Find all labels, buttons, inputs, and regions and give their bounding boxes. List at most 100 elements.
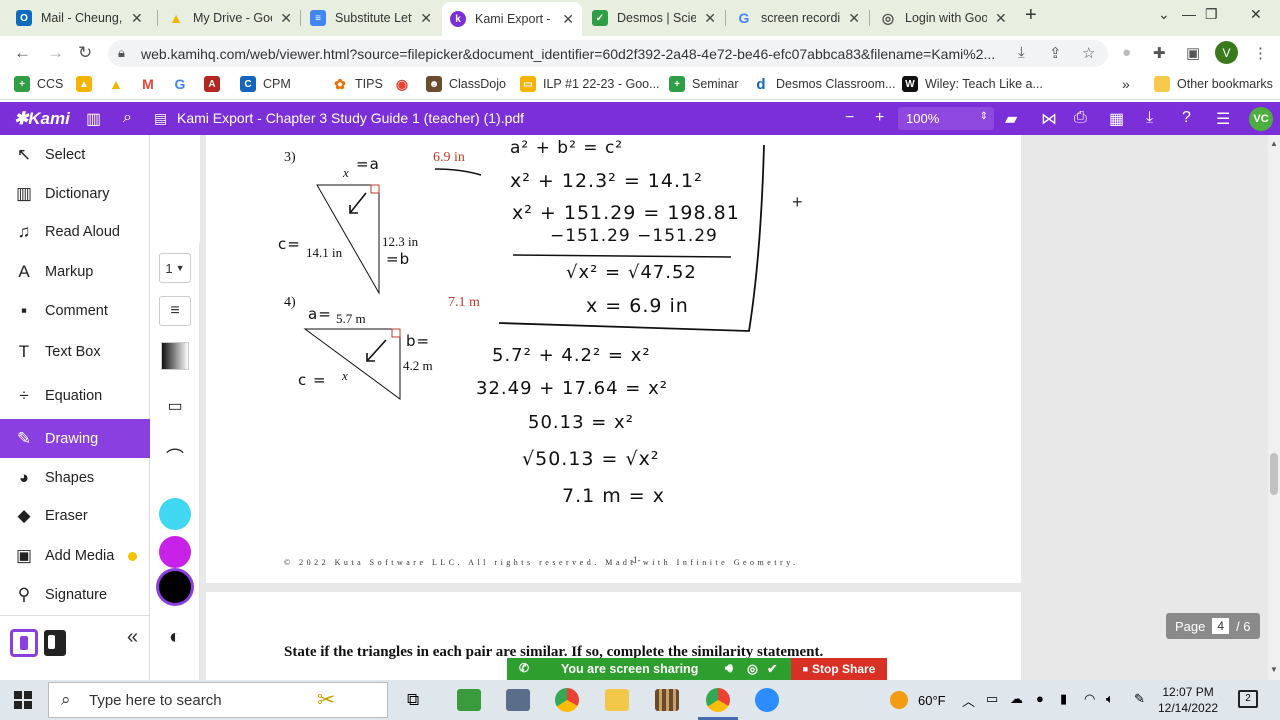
hamburger-menu-icon[interactable]: ☰ bbox=[1216, 109, 1230, 129]
forward-icon[interactable]: → bbox=[47, 43, 64, 63]
task-view-icon[interactable]: ⧉ bbox=[407, 690, 419, 710]
system-clock[interactable]: 12:07 PM 12/14/2022 bbox=[1158, 684, 1218, 716]
tab-search-icon[interactable]: ⌄ bbox=[1158, 6, 1170, 23]
pen-icon[interactable]: ✎ bbox=[1134, 691, 1145, 707]
app-icon-gear[interactable] bbox=[506, 689, 530, 711]
menu-dots-icon[interactable]: ⋮ bbox=[1253, 44, 1268, 62]
weather-temp[interactable]: 60°F bbox=[918, 693, 946, 708]
bookmark-seminar[interactable]: + Seminar bbox=[669, 76, 739, 92]
user-avatar[interactable]: VC bbox=[1249, 107, 1273, 131]
tool-shapes[interactable]: ◕ Shapes bbox=[0, 459, 150, 497]
vertical-scrollbar[interactable]: ▲ ▼ bbox=[1268, 135, 1280, 680]
close-window-button[interactable]: ✕ bbox=[1250, 6, 1262, 23]
chevron-up-icon[interactable]: ︿ bbox=[962, 691, 975, 710]
sidebar-toggle-icon[interactable]: ▥ bbox=[86, 109, 101, 129]
wifi-icon[interactable]: ◠ bbox=[1084, 691, 1095, 707]
windows-start-icon[interactable] bbox=[14, 691, 32, 709]
bookmark-ilp[interactable]: ▭ ILP #1 22-23 - Goo... bbox=[520, 76, 660, 92]
chrome-active-icon[interactable] bbox=[706, 688, 730, 712]
bookmark-wiley[interactable]: W Wiley: Teach Like a... bbox=[902, 76, 1043, 92]
url-bar[interactable]: 🔒︎ web.kamihq.com/web/viewer.html?source… bbox=[108, 40, 1108, 67]
help-icon[interactable]: ? bbox=[1182, 109, 1191, 127]
share-icon[interactable]: ⋈ bbox=[1041, 109, 1057, 129]
extension-drop-icon[interactable]: ● bbox=[1122, 44, 1131, 61]
tool-comment[interactable]: ▪ Comment bbox=[0, 292, 150, 330]
opacity-button[interactable] bbox=[159, 340, 191, 372]
bookmark-classdojo[interactable]: ☻ ClassDojo bbox=[426, 76, 506, 92]
tool-markup[interactable]: A Markup bbox=[0, 253, 150, 291]
restore-button[interactable]: ❐ bbox=[1205, 6, 1218, 23]
share-icon[interactable]: ⇪ bbox=[1049, 44, 1062, 62]
search-icon[interactable]: ⌕ bbox=[123, 109, 132, 127]
tool-read-aloud[interactable]: ♫ Read Aloud bbox=[0, 213, 150, 251]
bookmark-gmail[interactable]: M bbox=[140, 76, 163, 92]
tab-desmos[interactable]: ✓ Desmos | Scie ✕ bbox=[584, 4, 724, 32]
bookmark-desmos[interactable]: d Desmos Classroom... bbox=[753, 76, 895, 93]
lock-icon[interactable]: 🔒︎ bbox=[118, 45, 125, 61]
minimize-button[interactable]: — bbox=[1182, 6, 1196, 22]
open-folder-icon[interactable]: ▰ bbox=[1005, 109, 1017, 129]
tool-equation[interactable]: ÷ Equation bbox=[0, 377, 150, 415]
install-icon[interactable]: ⤓ bbox=[1018, 44, 1025, 61]
close-tab-icon[interactable]: ✕ bbox=[562, 11, 574, 28]
line-style-button[interactable]: ≡ bbox=[159, 296, 191, 326]
page-indicator[interactable]: Page 4 / 6 bbox=[1166, 613, 1260, 639]
ruler-icon[interactable]: ▭ bbox=[159, 390, 191, 422]
pen-size-select[interactable]: 1 ▼ bbox=[159, 253, 191, 283]
zoom-app-icon[interactable] bbox=[755, 688, 779, 712]
close-tab-icon[interactable]: ✕ bbox=[131, 10, 143, 27]
library-icon[interactable] bbox=[655, 689, 679, 711]
tab-kami[interactable]: k Kami Export - C ✕ bbox=[442, 2, 582, 36]
print-icon[interactable]: ⎙ bbox=[1074, 109, 1087, 127]
document-viewer[interactable]: 3) 6.9 in x 12.3 in 14.1 in =a c= =b a² … bbox=[200, 135, 1268, 680]
bookmark-tips[interactable]: ✿ TIPS bbox=[332, 76, 383, 92]
stop-share-button[interactable]: ■ Stop Share bbox=[791, 658, 887, 680]
download-icon[interactable]: ⤓ bbox=[1146, 109, 1153, 127]
speaker-icon[interactable]: 🔊︎ bbox=[725, 661, 733, 676]
new-tab-button[interactable]: + bbox=[1025, 4, 1037, 27]
tool-drawing[interactable]: ✎ Drawing bbox=[0, 419, 150, 458]
tool-dictionary[interactable]: ▥ Dictionary bbox=[0, 175, 150, 213]
tool-eraser[interactable]: ◆ Eraser bbox=[0, 497, 150, 535]
zoom-select[interactable]: 100% ⇕ bbox=[898, 107, 994, 130]
bookmark-drive[interactable]: ▲ bbox=[76, 76, 99, 92]
file-explorer-icon[interactable] bbox=[605, 689, 629, 711]
onedrive-icon[interactable]: ☁ bbox=[1010, 691, 1023, 707]
close-tab-icon[interactable]: ✕ bbox=[848, 10, 860, 27]
zoom-out-icon[interactable]: − bbox=[845, 109, 854, 127]
tray-device-icon[interactable]: ▭ bbox=[986, 691, 998, 707]
light-mode-toggle[interactable] bbox=[10, 629, 38, 657]
bookmark-aries[interactable]: A bbox=[204, 76, 227, 92]
dark-mode-toggle[interactable] bbox=[44, 630, 66, 656]
scroll-up-icon[interactable]: ▲ bbox=[1270, 139, 1278, 148]
other-bookmarks-folder[interactable]: Other bookmarks bbox=[1154, 76, 1273, 92]
bookmark-ccs[interactable]: + CCS bbox=[14, 76, 63, 92]
tab-mail[interactable]: O Mail - Cheung, ✕ bbox=[8, 4, 156, 32]
collapse-sidebar-icon[interactable]: « bbox=[127, 626, 138, 649]
notifications-icon[interactable]: 2 bbox=[1238, 690, 1258, 708]
close-tab-icon[interactable]: ✕ bbox=[704, 10, 716, 27]
save-icon[interactable]: ▦ bbox=[1109, 109, 1124, 129]
protractor-icon[interactable]: ⌒ bbox=[159, 441, 191, 473]
color-swatch-black[interactable] bbox=[159, 571, 191, 603]
tool-text-box[interactable]: T Text Box bbox=[0, 333, 150, 371]
bookmark-drive-2[interactable]: ▲ bbox=[108, 76, 131, 92]
bookmark-google-2[interactable]: ◉ bbox=[394, 76, 417, 92]
back-icon[interactable]: ← bbox=[14, 43, 31, 63]
pdf-page[interactable]: 3) 6.9 in x 12.3 in 14.1 in =a c= =b a² … bbox=[206, 135, 1021, 583]
extensions-icon[interactable]: ✚ bbox=[1153, 44, 1166, 62]
bookmark-google[interactable]: G bbox=[172, 76, 195, 92]
color-swatch-cyan[interactable] bbox=[159, 498, 191, 530]
tool-select[interactable]: ↖ Select bbox=[0, 136, 150, 174]
app-icon-green[interactable] bbox=[457, 689, 481, 711]
close-tab-icon[interactable]: ✕ bbox=[995, 10, 1007, 27]
current-page-input[interactable]: 4 bbox=[1212, 618, 1230, 634]
volume-icon[interactable]: 🔈︎ bbox=[1106, 691, 1114, 707]
tab-drive[interactable]: ▲ My Drive - Goo ✕ bbox=[160, 4, 300, 32]
record-icon[interactable]: ◎ bbox=[747, 661, 758, 676]
battery-icon[interactable]: ▮ bbox=[1060, 691, 1067, 707]
bookmark-star-icon[interactable]: ☆ bbox=[1082, 44, 1095, 62]
weather-sun-icon[interactable] bbox=[890, 691, 908, 709]
side-panel-icon[interactable]: ▣ bbox=[1186, 44, 1200, 62]
close-tab-icon[interactable]: ✕ bbox=[420, 10, 432, 27]
